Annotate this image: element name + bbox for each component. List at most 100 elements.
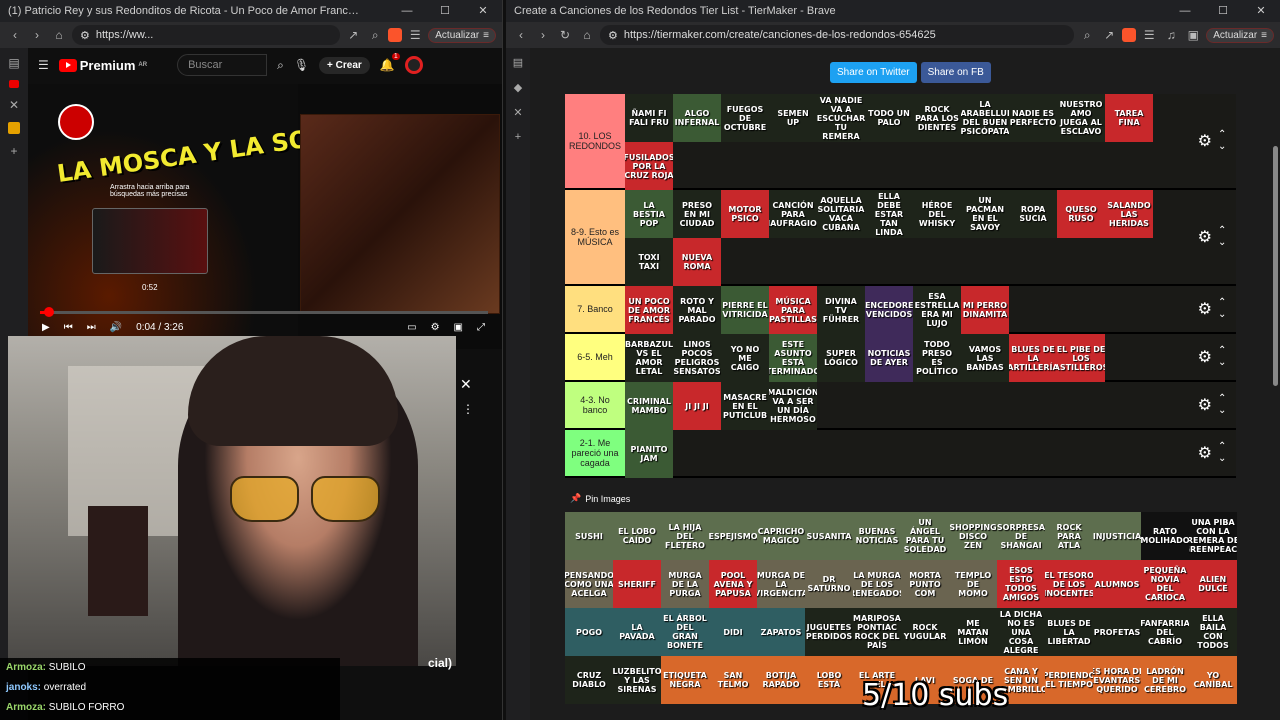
song-tile[interactable]: PIERRE EL VITRICIDA bbox=[721, 286, 769, 334]
song-tile[interactable]: TODO PRESO ES POLÍTICO bbox=[913, 334, 961, 382]
tier-items[interactable]: LA BESTIA POP PRESO EN MI CIUDAD MOTOR PSI… bbox=[625, 190, 1188, 286]
search-input[interactable]: Buscar bbox=[177, 54, 268, 76]
song-tile[interactable]: HÉROE DEL WHISKY bbox=[913, 190, 961, 238]
tier-items[interactable]: BARBAZUL VS EL AMOR LETAL LINOS POCOS PEL… bbox=[625, 334, 1188, 382]
move-down-icon[interactable]: ⌄ bbox=[1218, 357, 1226, 369]
tier-settings-icon[interactable]: ⚙ bbox=[1198, 347, 1212, 367]
song-tile[interactable]: NADIE ES PERFECTO bbox=[1009, 94, 1057, 142]
song-tile[interactable]: NOTICIAS DE AYER bbox=[865, 334, 913, 382]
pool-song-tile[interactable]: SUSHI bbox=[565, 512, 613, 560]
song-tile[interactable]: MASACRE EN EL PUTICLUB bbox=[721, 382, 769, 430]
song-tile[interactable]: SEMEN UP bbox=[769, 94, 817, 142]
song-tile[interactable]: ELLA DEBE ESTAR TAN LINDA bbox=[865, 190, 913, 238]
youtube-tab-icon[interactable] bbox=[9, 80, 19, 88]
pool-song-tile[interactable]: ROCK PARA ATLA bbox=[1045, 512, 1093, 560]
back-icon[interactable]: ‹ bbox=[512, 26, 530, 44]
tab-favicon-icon[interactable]: ◆ bbox=[514, 81, 522, 94]
song-tile[interactable]: LINOS POCOS PELIGROS SENSATOS bbox=[673, 334, 721, 382]
song-tile[interactable]: TAREA FINA bbox=[1105, 94, 1153, 142]
fullscreen-icon[interactable]: ⤢ bbox=[477, 322, 485, 333]
subtitles-icon[interactable]: ▭ bbox=[407, 322, 416, 333]
song-tile[interactable]: ALGO INFERNAL bbox=[673, 94, 721, 142]
pool-song-tile[interactable]: ALUMNOS bbox=[1093, 560, 1141, 608]
pool-song-tile[interactable]: MARIPOSA PONTIAC ROCK DEL PAÍS bbox=[853, 608, 901, 656]
song-tile[interactable]: VAMOS LAS BANDAS bbox=[961, 334, 1009, 382]
song-tile[interactable]: DIVINA TV FÜHRER bbox=[817, 286, 865, 334]
bookmark-icon[interactable]: ⌂ bbox=[50, 26, 68, 44]
pool-song-tile[interactable]: SORPRESA DE SHANGAI bbox=[997, 512, 1045, 560]
panel-close-icon[interactable]: ✕ bbox=[460, 376, 472, 393]
pool-song-tile[interactable]: ES HORA DE LEVANTARSE QUERIDO bbox=[1093, 656, 1141, 704]
tier-settings-icon[interactable]: ⚙ bbox=[1198, 227, 1212, 247]
extensions-icon[interactable]: ☰ bbox=[406, 26, 424, 44]
pool-song-tile[interactable]: YO CANÍBAL bbox=[1189, 656, 1237, 704]
move-down-icon[interactable]: ⌄ bbox=[1218, 405, 1226, 417]
pool-song-tile[interactable]: MURGA DE LA PURGA bbox=[661, 560, 709, 608]
song-tile[interactable]: PRESO EN MI CIUDAD bbox=[673, 190, 721, 238]
notifications-icon[interactable]: 🔔 1 bbox=[380, 53, 400, 72]
tier-settings-icon[interactable]: ⚙ bbox=[1198, 443, 1212, 463]
pool-song-tile[interactable]: ZAPATOS bbox=[757, 608, 805, 656]
move-up-icon[interactable]: ⌃ bbox=[1218, 225, 1226, 237]
site-settings-icon[interactable]: ⚙ bbox=[608, 29, 618, 42]
move-down-icon[interactable]: ⌄ bbox=[1218, 141, 1226, 153]
tier-settings-icon[interactable]: ⚙ bbox=[1198, 395, 1212, 415]
move-up-icon[interactable]: ⌃ bbox=[1218, 393, 1226, 405]
pool-song-tile[interactable]: BLUES DE LA LIBERTAD bbox=[1045, 608, 1093, 656]
zoom-icon[interactable]: ⌕ bbox=[1078, 26, 1096, 44]
share-fb-button[interactable]: Share on FB bbox=[920, 62, 991, 83]
share-icon[interactable]: ↗ bbox=[1100, 26, 1118, 44]
pool-song-tile[interactable]: CAPRICHO MAGICO bbox=[757, 512, 805, 560]
song-tile[interactable]: UN PACMAN EN EL SAVOY bbox=[961, 190, 1009, 238]
song-tile[interactable]: CRIMINAL MAMBO bbox=[625, 382, 673, 430]
pool-song-tile[interactable]: ESOS ESTO TODOS AMIGOS bbox=[997, 560, 1045, 608]
add-tab-icon[interactable]: + bbox=[515, 131, 521, 143]
settings-icon[interactable]: ⚙ bbox=[431, 322, 440, 333]
song-tile[interactable]: ESA ESTRELLA ERA MI LUJO bbox=[913, 286, 961, 334]
pool-song-tile[interactable]: LA MURGA DE LOS RENEGADOS bbox=[853, 560, 901, 608]
tier-label[interactable]: 6-5. Meh bbox=[565, 334, 625, 380]
pool-song-tile[interactable]: MORTA PUNTO COM bbox=[901, 560, 949, 608]
tier-settings-icon[interactable]: ⚙ bbox=[1198, 131, 1212, 151]
share-twitter-button[interactable]: Share on Twitter bbox=[830, 62, 917, 83]
play-icon[interactable]: ▶ bbox=[42, 322, 50, 333]
pool-song-tile[interactable]: BOTIJA RAPADO bbox=[757, 656, 805, 704]
tier-label[interactable]: 7. Banco bbox=[565, 286, 625, 332]
bookmark-icon[interactable]: ⌂ bbox=[578, 26, 596, 44]
page-scrollbar[interactable] bbox=[1270, 48, 1280, 720]
mic-icon[interactable]: 🎙 bbox=[294, 58, 309, 72]
song-tile[interactable]: ROCK PARA LOS DIENTES bbox=[913, 94, 961, 142]
pool-song-tile[interactable]: EL LOBO CAÍDO bbox=[613, 512, 661, 560]
pool-song-tile[interactable]: RATO MOLIHADO bbox=[1141, 512, 1189, 560]
youtube-logo[interactable]: Premium AR bbox=[58, 58, 147, 73]
pool-song-tile[interactable]: ME MATAN LIMÓN bbox=[949, 608, 997, 656]
tier-label[interactable]: 8-9. Esto es MÚSICA bbox=[565, 190, 625, 284]
sidebar-panel-icon[interactable]: ▤ bbox=[8, 56, 19, 70]
song-tile[interactable]: BARBAZUL VS EL AMOR LETAL bbox=[625, 334, 673, 382]
song-tile[interactable]: CANCIÓN PARA NAUFRAGIOS bbox=[769, 190, 817, 238]
song-tile[interactable]: MALDICIÓN VA A SER UN DÍA HERMOSO bbox=[769, 382, 817, 430]
address-bar[interactable]: ⚙ https://ww... bbox=[72, 25, 341, 45]
pool-song-tile[interactable]: SUSANITA bbox=[805, 512, 853, 560]
tier-label[interactable]: 2-1. Me pareció una cagada bbox=[565, 430, 625, 476]
song-tile[interactable]: VENCEDORES VENCIDOS bbox=[865, 286, 913, 334]
song-tile[interactable]: ESTE ASUNTO ESTÁ TERMINADO bbox=[769, 334, 817, 382]
video-player[interactable]: LA MOSCA Y LA SOPA Arrastra hacia arriba… bbox=[28, 84, 502, 349]
pool-song-tile[interactable]: SHERIFF bbox=[613, 560, 661, 608]
pool-song-tile[interactable]: ROCK YUGULAR bbox=[901, 608, 949, 656]
song-tile[interactable]: UN POCO DE AMOR FRANCÉS bbox=[625, 286, 673, 334]
pool-song-tile[interactable]: SAN TELMO bbox=[709, 656, 757, 704]
move-up-icon[interactable]: ⌃ bbox=[1218, 129, 1226, 141]
song-tile[interactable]: EL PIBE DE LOS ASTILLEROS bbox=[1057, 334, 1105, 382]
song-tile[interactable]: LA PARABELLUM DEL BUEN PSICÓPATA bbox=[961, 94, 1009, 142]
song-tile[interactable]: ROTO Y MAL PARADO bbox=[673, 286, 721, 334]
previous-icon[interactable]: ⏮ bbox=[64, 322, 73, 333]
song-tile[interactable]: VA NADIE VA A ESCUCHAR TU REMERA bbox=[817, 94, 865, 142]
song-tile[interactable]: SUPER LÓGICO bbox=[817, 334, 865, 382]
pool-song-tile[interactable]: SHOPPING DISCO ZEN bbox=[949, 512, 997, 560]
song-tile[interactable]: TOXI TAXI bbox=[625, 238, 673, 286]
maximize-icon[interactable]: ☐ bbox=[1204, 0, 1242, 22]
pool-song-tile[interactable]: MURGA DE LA VIRGENCITA bbox=[757, 560, 805, 608]
progress-handle[interactable] bbox=[43, 307, 54, 317]
song-tile[interactable]: MOTOR PSICO bbox=[721, 190, 769, 238]
